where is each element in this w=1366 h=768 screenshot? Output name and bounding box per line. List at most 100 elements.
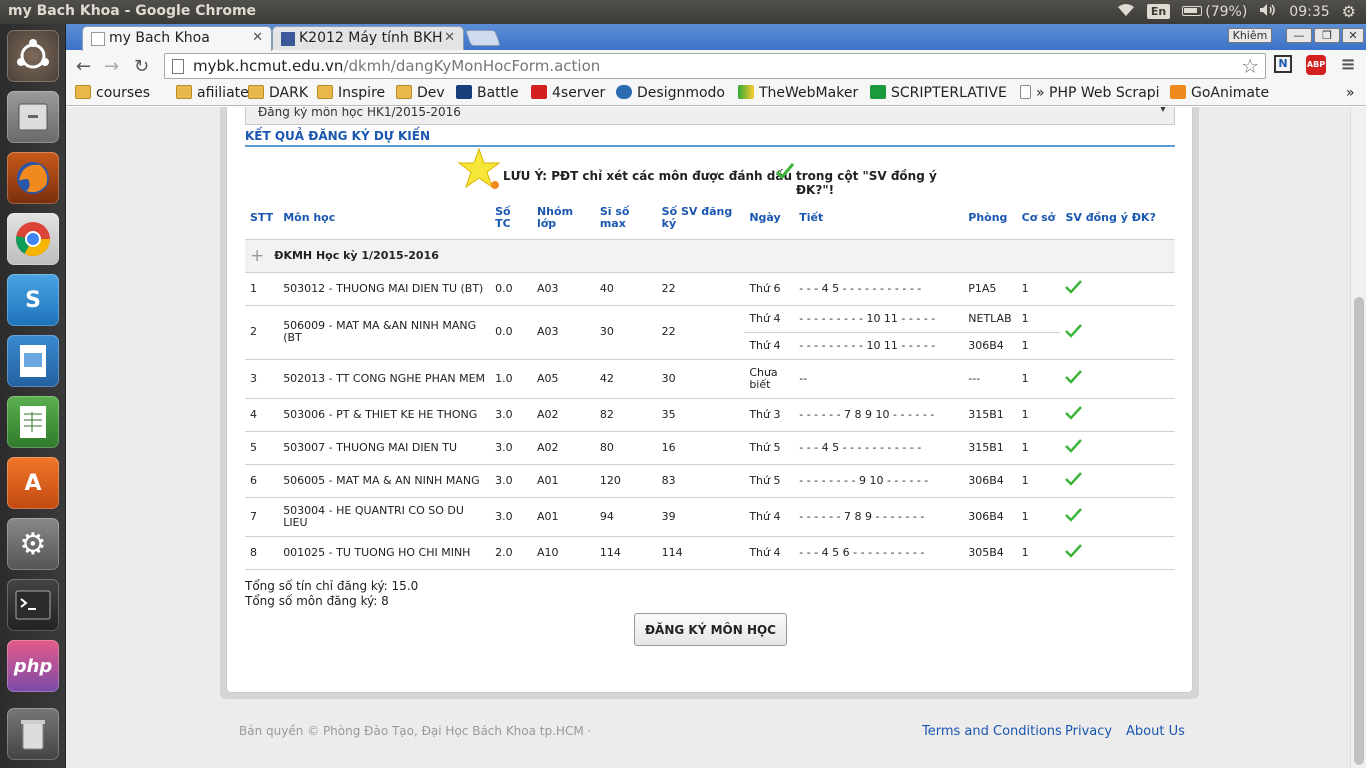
approved-cell — [1060, 464, 1175, 498]
page-icon — [91, 32, 105, 46]
folder-icon — [396, 85, 412, 99]
col-so-sv-dang-ky: Số SV đăng ký — [661, 204, 733, 230]
star-icon — [457, 147, 501, 189]
privacy-link[interactable]: Privacy — [1065, 724, 1112, 739]
col-ngay: Ngày — [749, 210, 781, 224]
expand-icon[interactable]: + — [250, 246, 264, 266]
volume-icon[interactable] — [1259, 3, 1277, 21]
skype-icon[interactable]: S — [7, 274, 59, 326]
scripterlative-icon — [870, 85, 886, 99]
profile-button[interactable]: Khiêm — [1228, 28, 1272, 43]
restore-button[interactable]: ❐ — [1314, 28, 1340, 43]
col-tiet: Tiết — [799, 210, 824, 224]
checkmark-icon — [1065, 439, 1083, 453]
section-title: KẾT QUẢ ĐĂNG KÝ DỰ KIẾN — [245, 127, 1175, 147]
approved-cell — [1060, 497, 1175, 537]
bookmark-goanimate[interactable]: GoAnimate — [1170, 85, 1269, 101]
thewebmaker-icon — [738, 85, 754, 99]
firefox-icon[interactable] — [7, 152, 59, 204]
reload-icon[interactable]: ↻ — [134, 56, 149, 77]
session-gear-icon[interactable]: ⚙ — [1342, 2, 1356, 21]
close-window-button[interactable]: ✕ — [1342, 28, 1364, 43]
minimize-button[interactable]: — — [1286, 28, 1312, 43]
menu-icon[interactable]: ≡ — [1338, 55, 1358, 75]
bookmark-courses[interactable]: courses — [75, 85, 150, 101]
system-settings-icon[interactable]: ⚙ — [7, 518, 59, 570]
facebook-icon — [281, 32, 295, 46]
ubuntu-dash-icon[interactable] — [7, 30, 59, 82]
bookmark-dev[interactable]: Dev — [396, 85, 445, 101]
about-us-link[interactable]: About Us — [1126, 724, 1185, 739]
more-bookmarks-button[interactable]: » — [1346, 85, 1355, 101]
battle-icon — [456, 85, 472, 99]
group-cell: + ĐKMH Học kỳ 1/2015-2016 — [245, 238, 1175, 273]
registration-note: LƯU Ý: PĐT chỉ xét các môn được đánh dấu… — [457, 147, 977, 197]
keyboard-layout-indicator[interactable]: En — [1146, 4, 1171, 19]
wifi-icon[interactable] — [1117, 3, 1135, 21]
bookmark-dark[interactable]: DARK — [248, 85, 308, 101]
approved-cell — [1060, 398, 1175, 432]
software-center-icon[interactable]: A — [7, 457, 59, 509]
group-row: + ĐKMH Học kỳ 1/2015-2016 — [245, 238, 1175, 273]
folder-icon — [248, 85, 264, 99]
chromium-icon[interactable] — [7, 213, 59, 265]
forward-icon[interactable]: → — [104, 56, 119, 77]
page-viewport: Đăng ký môn học HK1/2015-2016 ▼ KẾT QUẢ … — [66, 107, 1350, 768]
bookmark-inspire[interactable]: Inspire — [317, 85, 385, 101]
semester-select[interactable]: Đăng ký môn học HK1/2015-2016 ▼ — [245, 107, 1175, 125]
copyright-text: Bản quyền © Phòng Đào Tạo, Đại Học Bách … — [239, 724, 592, 738]
address-bar[interactable]: mybk.hcmut.edu.vn/dkmh/dangKyMonHocForm.… — [164, 53, 1266, 79]
bookmark-star-icon[interactable]: ☆ — [1241, 54, 1259, 78]
approved-cell — [1060, 536, 1175, 570]
back-icon[interactable]: ← — [76, 56, 91, 77]
bookmark-afiiliate[interactable]: afiiliate — [176, 85, 249, 101]
bookmark-battle[interactable]: Battle — [456, 85, 519, 101]
libreoffice-impress-icon[interactable] — [7, 335, 59, 387]
checkmark-icon — [1065, 508, 1083, 522]
col-so-tc: Số TC — [495, 204, 511, 230]
bookmark-scripterlative[interactable]: SCRIPTERLATIVE — [870, 85, 1007, 101]
registration-table: STT Môn học Số TC Nhóm lớp Sĩ số max Số … — [245, 197, 1175, 570]
extension-n-icon[interactable]: N — [1274, 55, 1292, 73]
table-row: 8 001025 - TU TUONG HO CHI MINH 2.0 A10 … — [245, 536, 1175, 570]
col-sv-dong-y: SV đồng ý ĐK? — [1065, 210, 1156, 224]
battery-icon — [1182, 5, 1203, 16]
col-stt: STT — [250, 210, 274, 224]
terms-link[interactable]: Terms and Conditions — [922, 724, 1062, 739]
vertical-scrollbar[interactable] — [1350, 107, 1366, 768]
table-row: 5 503007 - THUONG MAI DIEN TU 3.0 A02 80… — [245, 431, 1175, 465]
checkmark-icon — [1065, 406, 1083, 420]
scrollbar-thumb[interactable] — [1354, 297, 1364, 765]
libreoffice-calc-icon[interactable] — [7, 396, 59, 448]
checkmark-icon — [1065, 544, 1083, 558]
table-row: 7 503004 - HE QUANTRI CO SO DU LIEU 3.0 … — [245, 497, 1175, 537]
files-icon[interactable] — [7, 91, 59, 143]
designmodo-icon — [616, 85, 632, 99]
terminal-icon[interactable] — [7, 579, 59, 631]
table-row: 6 506005 - MAT MA & AN NINH MANG 3.0 A01… — [245, 464, 1175, 498]
bookmark-thewebmaker[interactable]: TheWebMaker — [738, 85, 858, 101]
tab-strip: my Bach Khoa ✕ K2012 Máy tính BKH ✕ Khiê… — [66, 24, 1366, 51]
adblock-plus-icon[interactable]: ABP — [1306, 55, 1326, 75]
close-tab-icon[interactable]: ✕ — [252, 30, 263, 45]
trash-icon[interactable] — [7, 708, 59, 760]
bookmark-designmodo[interactable]: Designmodo — [616, 85, 725, 101]
total-credits: Tổng số tín chỉ đăng ký: 15.0 — [245, 579, 419, 593]
bookmarks-bar: courses afiiliate DARK Inspire Dev Battl… — [66, 82, 1366, 106]
col-co-so: Cơ sở — [1021, 210, 1056, 224]
tab-k2012[interactable]: K2012 Máy tính BKH ✕ — [272, 26, 464, 51]
col-phong: Phòng — [968, 210, 1008, 224]
content-card: Đăng ký môn học HK1/2015-2016 ▼ KẾT QUẢ … — [226, 107, 1193, 693]
battery-indicator[interactable]: (79%) — [1182, 4, 1247, 20]
tab-my-bach-khoa[interactable]: my Bach Khoa ✕ — [82, 26, 272, 51]
close-tab-icon[interactable]: ✕ — [444, 30, 455, 45]
new-tab-button[interactable] — [465, 30, 501, 46]
phpstorm-icon[interactable]: php — [7, 640, 59, 692]
checkmark-icon — [775, 163, 795, 180]
bookmark-4server[interactable]: 4server — [531, 85, 605, 101]
clock[interactable]: 09:35 — [1289, 4, 1329, 20]
register-courses-button[interactable]: ĐĂNG KÝ MÔN HỌC — [634, 613, 787, 646]
bookmark-php-web-scraping[interactable]: » PHP Web Scrapi — [1020, 85, 1160, 101]
approved-cell — [1060, 272, 1175, 306]
folder-icon — [75, 85, 91, 99]
